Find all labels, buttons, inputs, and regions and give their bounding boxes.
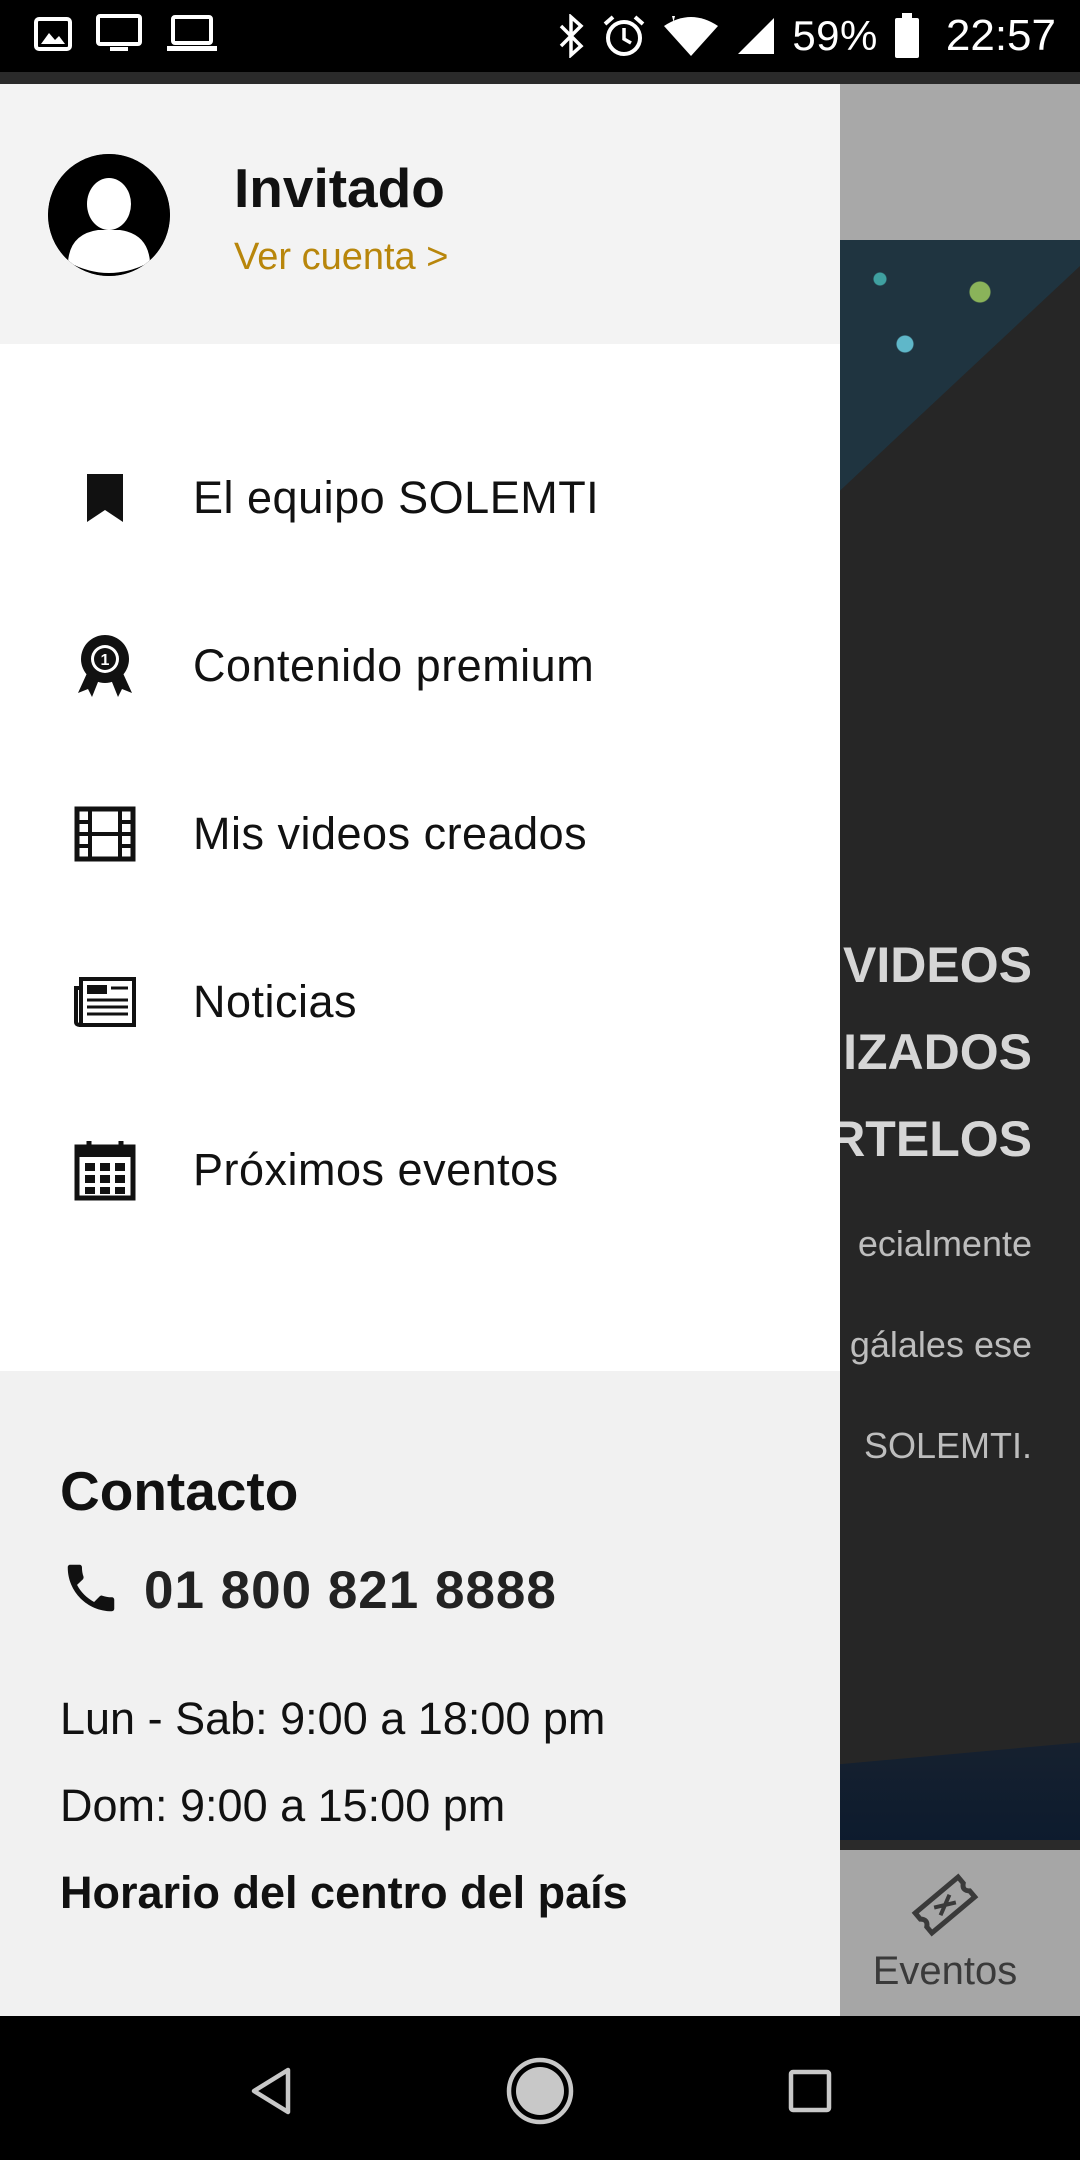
svg-text:1: 1 bbox=[101, 652, 110, 669]
wifi-icon bbox=[662, 14, 720, 58]
ticket-icon bbox=[907, 1873, 983, 1944]
avatar[interactable] bbox=[48, 154, 170, 276]
drawer-header: Invitado Ver cuenta > bbox=[0, 84, 840, 344]
phone-row[interactable]: 01 800 821 8888 bbox=[60, 1557, 557, 1624]
hero-desc-line: SOLEMTI. bbox=[863, 1425, 1032, 1466]
battery-percent: 59% bbox=[792, 12, 878, 59]
system-nav-bar bbox=[0, 2016, 1080, 2160]
hero-headline-line: RTELOS bbox=[829, 1111, 1032, 1167]
back-icon bbox=[251, 2067, 291, 2115]
award-icon: 1 bbox=[70, 631, 140, 701]
laptop-icon bbox=[166, 15, 218, 53]
battery-icon bbox=[894, 13, 920, 59]
menu-item-equipo[interactable]: El equipo SOLEMTI bbox=[0, 414, 840, 582]
status-bar: 59% 22:57 bbox=[0, 0, 1080, 72]
film-icon bbox=[70, 799, 140, 869]
navigation-drawer: Invitado Ver cuenta > El equipo SOLEMTI … bbox=[0, 84, 840, 2016]
menu-item-label: El equipo SOLEMTI bbox=[193, 472, 600, 523]
menu-item-label: Próximos eventos bbox=[193, 1144, 559, 1195]
nav-item-label: Eventos bbox=[872, 1949, 1018, 1993]
menu-item-eventos[interactable]: Próximos eventos bbox=[0, 1086, 840, 1254]
menu-item-mis-videos[interactable]: Mis videos creados bbox=[0, 750, 840, 918]
clock: 22:57 bbox=[945, 11, 1056, 60]
menu-item-label: Noticias bbox=[193, 976, 358, 1027]
home-button[interactable] bbox=[505, 2056, 575, 2126]
drawer-menu: El equipo SOLEMTI 1 Contenido premium Mi… bbox=[0, 414, 840, 1254]
user-icon bbox=[48, 154, 170, 276]
bluetooth-icon bbox=[558, 14, 586, 58]
hero-desc-line: gálales ese bbox=[849, 1324, 1032, 1365]
contact-section: Contacto 01 800 821 8888 Lun - Sab: 9:00… bbox=[0, 1371, 840, 2016]
hero-desc-line: ecialmente bbox=[857, 1223, 1032, 1264]
image-icon bbox=[34, 17, 72, 51]
nav-item-eventos[interactable]: Eventos bbox=[860, 1870, 1030, 1994]
contact-title: Contacto bbox=[60, 1460, 299, 1522]
calendar-icon bbox=[70, 1135, 140, 1205]
home-icon bbox=[506, 2057, 574, 2125]
back-button[interactable] bbox=[236, 2056, 306, 2126]
phone-number[interactable]: 01 800 821 8888 bbox=[144, 1560, 557, 1621]
alarm-icon bbox=[602, 14, 646, 58]
signal-icon bbox=[736, 16, 776, 56]
hero-headline-line: IZADOS bbox=[843, 1024, 1032, 1080]
news-icon bbox=[70, 967, 140, 1037]
hours-weekday: Lun - Sab: 9:00 a 18:00 pm bbox=[60, 1693, 606, 1744]
menu-item-noticias[interactable]: Noticias bbox=[0, 918, 840, 1086]
timezone-note: Horario del centro del país bbox=[60, 1867, 628, 1918]
view-account-link[interactable]: Ver cuenta > bbox=[234, 236, 448, 279]
menu-item-label: Mis videos creados bbox=[193, 808, 588, 859]
monitor-icon bbox=[96, 14, 142, 54]
hero-image bbox=[830, 240, 1080, 500]
recents-button[interactable] bbox=[775, 2056, 845, 2126]
menu-item-label: Contenido premium bbox=[193, 640, 595, 691]
hero-headline-line: VIDEOS bbox=[843, 937, 1032, 993]
user-name: Invitado bbox=[234, 157, 445, 219]
bookmark-icon bbox=[70, 463, 140, 533]
menu-item-premium[interactable]: 1 Contenido premium bbox=[0, 582, 840, 750]
hero-text: VIDEOS IZADOS RTELOS ecialmente gálales … bbox=[829, 922, 1032, 1486]
hours-sunday: Dom: 9:00 a 15:00 pm bbox=[60, 1780, 506, 1831]
recents-icon bbox=[788, 2069, 832, 2113]
phone-icon bbox=[60, 1557, 122, 1624]
